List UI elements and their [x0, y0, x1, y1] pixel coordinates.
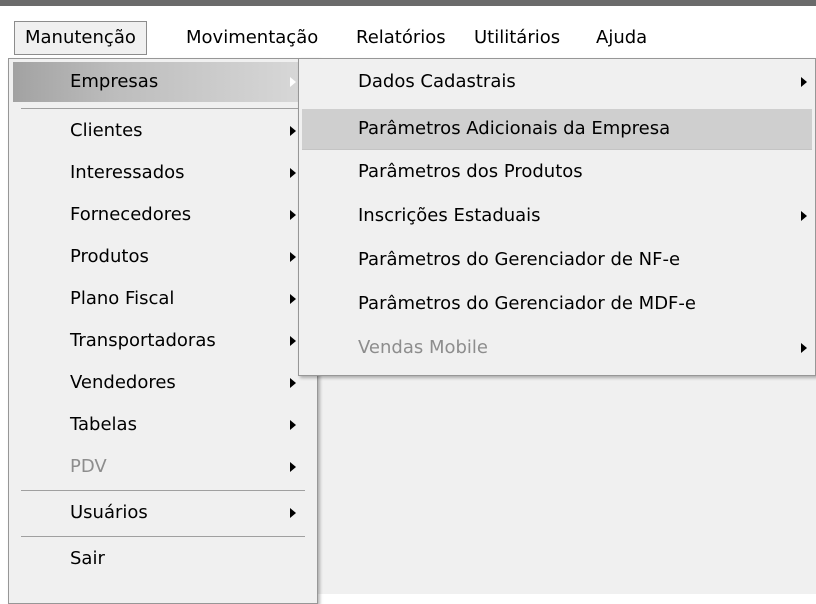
menu-item-label: Transportadoras [70, 330, 216, 351]
menu-item-sair[interactable]: Sair [13, 539, 305, 579]
submenu-arrow-icon [290, 126, 296, 136]
submenu-item-parametros-adicionais[interactable]: Parâmetros Adicionais da Empresa [302, 109, 812, 149]
menu-item-label: Clientes [70, 120, 143, 141]
menu-item-vendedores[interactable]: Vendedores [13, 363, 305, 403]
submenu-arrow-icon [290, 420, 296, 430]
submenu-item-inscricoes-estaduais[interactable]: Inscrições Estaduais [302, 196, 812, 236]
submenu-arrow-icon [290, 462, 296, 472]
manutencao-dropdown-menu: Empresas Clientes Interessados Fornecedo… [8, 58, 318, 604]
menu-item-label: Vendas Mobile [358, 337, 488, 358]
menu-item-transportadoras[interactable]: Transportadoras [13, 321, 305, 361]
menu-item-label: Fornecedores [70, 204, 192, 225]
menubar-item-relatorios[interactable]: Relatórios [346, 21, 456, 55]
menu-separator [21, 490, 305, 491]
menu-item-label: Plano Fiscal [70, 288, 175, 309]
submenu-arrow-icon [801, 343, 807, 353]
submenu-arrow-icon [290, 378, 296, 388]
submenu-item-gerenciador-nfe[interactable]: Parâmetros do Gerenciador de NF-e [302, 240, 812, 280]
menu-item-label: Dados Cadastrais [358, 71, 516, 92]
menu-item-label: Interessados [70, 162, 185, 183]
menu-separator [302, 149, 812, 150]
menu-item-empresas[interactable]: Empresas [13, 62, 305, 102]
menu-item-label: Sair [70, 548, 105, 569]
menu-item-label: Parâmetros Adicionais da Empresa [358, 118, 671, 139]
menu-separator [21, 536, 305, 537]
menu-item-label: Usuários [70, 502, 148, 523]
menu-item-label: Tabelas [70, 414, 137, 435]
menu-item-label: Produtos [70, 246, 149, 267]
submenu-item-dados-cadastrais[interactable]: Dados Cadastrais [302, 62, 812, 102]
menu-item-plano-fiscal[interactable]: Plano Fiscal [13, 279, 305, 319]
menubar-item-movimentacao[interactable]: Movimentação [176, 21, 328, 55]
submenu-arrow-icon [801, 211, 807, 221]
submenu-arrow-icon [801, 77, 807, 87]
menu-item-pdv: PDV [13, 447, 305, 487]
menu-item-tabelas[interactable]: Tabelas [13, 405, 305, 445]
menu-item-label: Inscrições Estaduais [358, 205, 541, 226]
menu-item-usuarios[interactable]: Usuários [13, 493, 305, 533]
menu-separator [21, 108, 305, 109]
menu-item-interessados[interactable]: Interessados [13, 153, 305, 193]
menu-item-label: Empresas [70, 71, 159, 92]
background-window-area [316, 376, 816, 594]
empresas-submenu: Dados Cadastrais Parâmetros Adicionais d… [298, 58, 816, 376]
menu-item-fornecedores[interactable]: Fornecedores [13, 195, 305, 235]
menu-item-label: Parâmetros do Gerenciador de NF-e [358, 249, 681, 270]
submenu-item-vendas-mobile: Vendas Mobile [302, 328, 812, 368]
submenu-item-parametros-produtos[interactable]: Parâmetros dos Produtos [302, 152, 812, 192]
menubar-item-utilitarios[interactable]: Utilitários [464, 21, 570, 55]
menu-item-clientes[interactable]: Clientes [13, 111, 305, 151]
menu-item-label: PDV [70, 456, 107, 477]
submenu-arrow-icon [290, 508, 296, 518]
submenu-arrow-icon [290, 336, 296, 346]
menu-item-produtos[interactable]: Produtos [13, 237, 305, 277]
menubar-item-manutencao[interactable]: Manutenção [14, 21, 147, 55]
submenu-item-gerenciador-mdfe[interactable]: Parâmetros do Gerenciador de MDF-e [302, 284, 812, 324]
menu-item-label: Parâmetros do Gerenciador de MDF-e [358, 293, 696, 314]
submenu-arrow-icon [290, 210, 296, 220]
menu-bar: Manutenção Movimentação Relatórios Utili… [0, 6, 816, 60]
menubar-item-ajuda[interactable]: Ajuda [586, 21, 657, 55]
menu-item-label: Vendedores [70, 372, 176, 393]
submenu-arrow-icon [290, 77, 296, 87]
submenu-arrow-icon [290, 252, 296, 262]
submenu-arrow-icon [290, 168, 296, 178]
submenu-arrow-icon [290, 294, 296, 304]
menu-item-label: Parâmetros dos Produtos [358, 161, 583, 182]
